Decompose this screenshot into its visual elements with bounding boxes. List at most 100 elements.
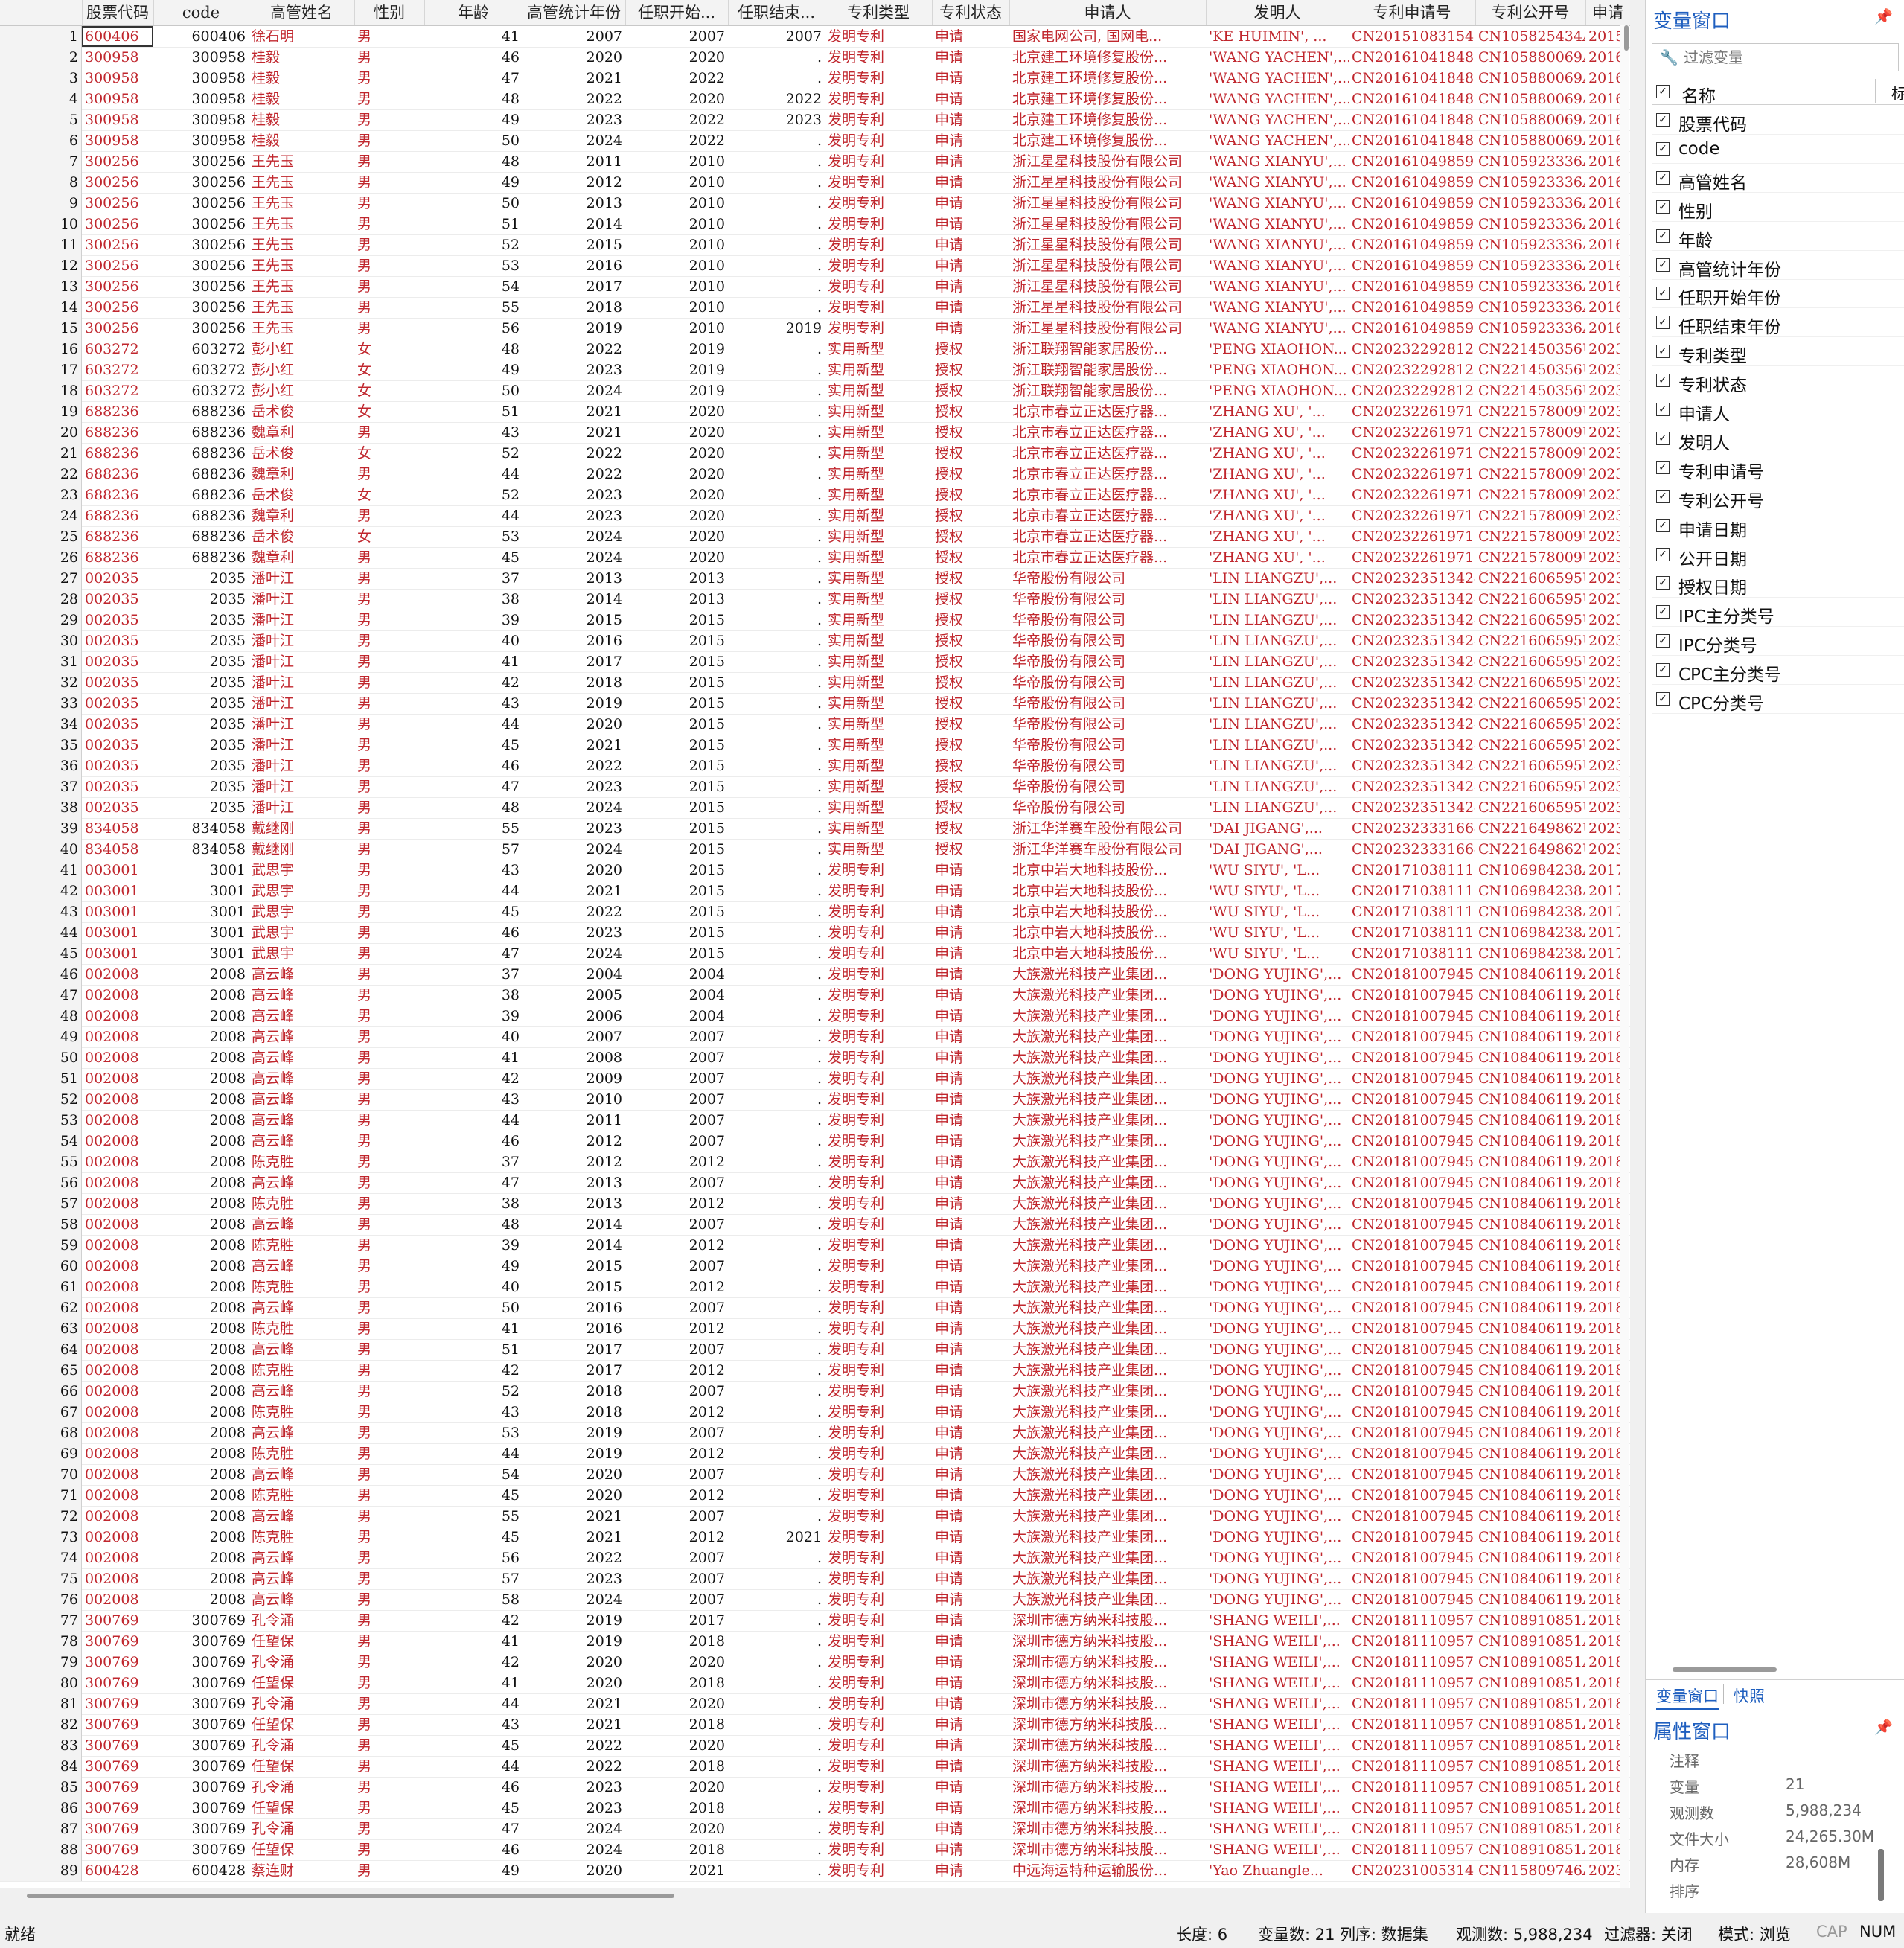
- cell-app-date[interactable]: 2023: [1585, 339, 1620, 360]
- cell-inventor[interactable]: 'ZHANG XU', '...: [1206, 547, 1349, 568]
- cell-applicant[interactable]: 浙江星星科技股份有限公司: [1009, 193, 1206, 214]
- cell-code[interactable]: 300256: [153, 214, 249, 234]
- cell-code[interactable]: 300769: [153, 1652, 249, 1673]
- cell-inventor[interactable]: 'LIN LIANGZU',...: [1206, 610, 1349, 630]
- cell-start-year[interactable]: 2007: [625, 1110, 728, 1131]
- cell-inventor[interactable]: 'LIN LIANGZU',...: [1206, 735, 1349, 756]
- cell-end-year[interactable]: .: [728, 1756, 825, 1777]
- cell-age[interactable]: 55: [424, 818, 523, 839]
- cell-patent-type[interactable]: 发明专利: [825, 297, 932, 318]
- cell-age[interactable]: 48: [424, 1214, 523, 1235]
- cell-applicant[interactable]: 大族激光科技产业集团...: [1009, 1402, 1206, 1422]
- cell-exec-name[interactable]: 陈克胜: [249, 1485, 354, 1506]
- variable-item[interactable]: ✓ 专利状态: [1652, 366, 1904, 396]
- cell-patent-type[interactable]: 实用新型: [825, 464, 932, 485]
- cell-age[interactable]: 46: [424, 1131, 523, 1152]
- table-row[interactable]: 15 300256 300256 王先玉男 56 2019 2010 2019 发明专利 申请 浙江…: [0, 318, 1630, 339]
- cell-stock-code[interactable]: 002008: [82, 985, 153, 1006]
- cell-app-no[interactable]: CN201710381113: [1349, 860, 1475, 881]
- cell-inventor[interactable]: 'SHANG WEILI',...: [1206, 1839, 1349, 1860]
- cell-code[interactable]: 2008: [153, 964, 249, 985]
- cell-app-no[interactable]: CN201610498599: [1349, 172, 1475, 193]
- cell-gender[interactable]: 男: [354, 1548, 424, 1568]
- cell-app-date[interactable]: 2018: [1585, 1277, 1620, 1297]
- cell-patent-type[interactable]: 发明专利: [825, 1068, 932, 1089]
- cell-start-year[interactable]: 2004: [625, 1006, 728, 1026]
- cell-code[interactable]: 2035: [153, 756, 249, 776]
- cell-gender[interactable]: 男: [354, 1047, 424, 1068]
- cell-stat-year[interactable]: 2023: [523, 360, 625, 380]
- cell-app-no[interactable]: CN202322619719: [1349, 443, 1475, 464]
- cell-pub-no[interactable]: CN105923336A: [1475, 172, 1585, 193]
- cell-exec-name[interactable]: 魏章利: [249, 505, 354, 526]
- cell-code[interactable]: 2008: [153, 1006, 249, 1026]
- cell-code[interactable]: 2008: [153, 1089, 249, 1110]
- table-row[interactable]: 22 688236 688236 魏章利男 44 2022 2020. 实用新型 授权 北京市春立…: [0, 464, 1630, 485]
- cell-gender[interactable]: 男: [354, 1756, 424, 1777]
- cell-code[interactable]: 300256: [153, 193, 249, 214]
- cell-inventor[interactable]: 'ZHANG XU', '...: [1206, 422, 1349, 443]
- cell-patent-status[interactable]: 申请: [932, 1610, 1009, 1631]
- cell-code[interactable]: 2008: [153, 1110, 249, 1131]
- cell-stat-year[interactable]: 2021: [523, 68, 625, 89]
- cell-stat-year[interactable]: 2024: [523, 1839, 625, 1860]
- cell-stat-year[interactable]: 2021: [523, 881, 625, 901]
- cell-applicant[interactable]: 中远海运特种运输股份...: [1009, 1860, 1206, 1881]
- cell-start-year[interactable]: 2004: [625, 985, 728, 1006]
- cell-applicant[interactable]: 北京中岩大地科技股份...: [1009, 901, 1206, 922]
- checkbox-icon[interactable]: ✓: [1656, 199, 1670, 214]
- cell-start-year[interactable]: 2010: [625, 151, 728, 172]
- cell-exec-name[interactable]: 王先玉: [249, 297, 354, 318]
- cell-patent-type[interactable]: 发明专利: [825, 1485, 932, 1506]
- cell-start-year[interactable]: 2015: [625, 756, 728, 776]
- cell-app-date[interactable]: 2018: [1585, 1485, 1620, 1506]
- cell-app-date[interactable]: 2018: [1585, 1506, 1620, 1527]
- cell-pub-no[interactable]: CN221578009U: [1475, 464, 1585, 485]
- cell-applicant[interactable]: 深圳市德方纳米科技股...: [1009, 1673, 1206, 1693]
- cell-patent-status[interactable]: 申请: [932, 943, 1009, 964]
- cell-exec-name[interactable]: 潘叶江: [249, 651, 354, 672]
- cell-inventor[interactable]: 'SHANG WEILI',...: [1206, 1652, 1349, 1673]
- cell-pub-no[interactable]: CN108406119A: [1475, 1026, 1585, 1047]
- cell-code[interactable]: 600406: [153, 26, 249, 47]
- cell-app-date[interactable]: 2023: [1585, 818, 1620, 839]
- cell-applicant[interactable]: 北京建工环境修复股份...: [1009, 47, 1206, 68]
- cell-applicant[interactable]: 浙江联翔智能家居股份...: [1009, 380, 1206, 401]
- checkbox-icon[interactable]: ✓: [1656, 431, 1670, 445]
- cell-code[interactable]: 2008: [153, 1172, 249, 1193]
- cell-stock-code[interactable]: 300256: [82, 151, 153, 172]
- cell-start-year[interactable]: 2020: [625, 47, 728, 68]
- cell-stock-code[interactable]: 002008: [82, 1339, 153, 1360]
- cell-end-year[interactable]: .: [728, 1506, 825, 1527]
- cell-gender[interactable]: 男: [354, 1277, 424, 1297]
- cell-pub-no[interactable]: CN108910851A: [1475, 1673, 1585, 1693]
- cell-patent-status[interactable]: 申请: [932, 1402, 1009, 1422]
- property-scroll-thumb[interactable]: [1878, 1849, 1884, 1901]
- cell-stock-code[interactable]: 600406: [82, 26, 153, 47]
- cell-patent-status[interactable]: 申请: [932, 1235, 1009, 1256]
- cell-inventor[interactable]: 'WANG YACHEN',...: [1206, 109, 1349, 130]
- cell-patent-status[interactable]: 授权: [932, 735, 1009, 756]
- variable-filter-input[interactable]: [1682, 47, 1894, 68]
- table-row[interactable]: 72 002008 2008 高云峰男 55 2021 2007. 发明专利 申请 大族激光科技产…: [0, 1506, 1630, 1527]
- cell-end-year[interactable]: .: [728, 776, 825, 797]
- cell-end-year[interactable]: .: [728, 901, 825, 922]
- cell-start-year[interactable]: 2012: [625, 1193, 728, 1214]
- cell-end-year[interactable]: .: [728, 651, 825, 672]
- cell-age[interactable]: 51: [424, 401, 523, 422]
- cell-start-year[interactable]: 2007: [625, 1131, 728, 1152]
- cell-age[interactable]: 53: [424, 1422, 523, 1443]
- cell-stat-year[interactable]: 2024: [523, 380, 625, 401]
- cell-app-date[interactable]: 2023: [1585, 1860, 1620, 1881]
- cell-applicant[interactable]: 大族激光科技产业集团...: [1009, 964, 1206, 985]
- cell-app-date[interactable]: 2023: [1585, 547, 1620, 568]
- cell-patent-status[interactable]: 申请: [932, 881, 1009, 901]
- cell-patent-type[interactable]: 发明专利: [825, 1673, 932, 1693]
- cell-app-no[interactable]: CN201610418485: [1349, 89, 1475, 109]
- checkbox-icon[interactable]: ✓: [1656, 141, 1670, 156]
- cell-start-year[interactable]: 2007: [625, 1026, 728, 1047]
- cell-inventor[interactable]: 'LIN LIANGZU',...: [1206, 672, 1349, 693]
- cell-end-year[interactable]: .: [728, 860, 825, 881]
- cell-start-year[interactable]: 2012: [625, 1402, 728, 1422]
- cell-app-date[interactable]: 2018: [1585, 1631, 1620, 1652]
